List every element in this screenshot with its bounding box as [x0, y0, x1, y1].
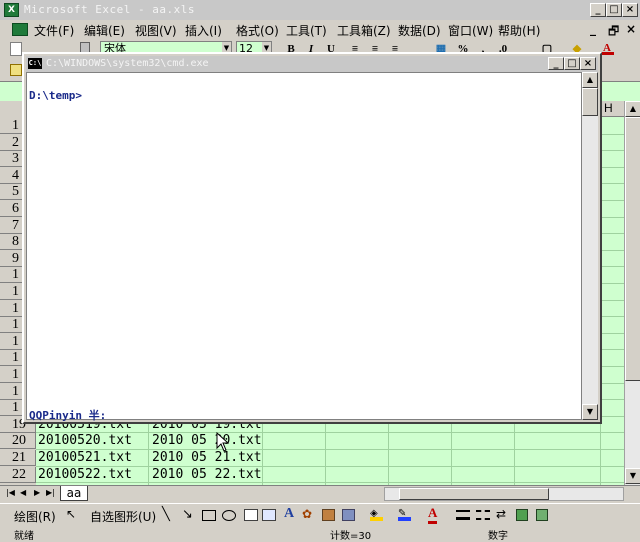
menu-help[interactable]: 帮助(H): [498, 22, 540, 39]
dash-style-icon[interactable]: [476, 510, 490, 520]
vertical-textbox-icon[interactable]: [262, 509, 276, 521]
menu-window[interactable]: 窗口(W): [448, 22, 493, 39]
line-color-icon[interactable]: ✎: [398, 508, 411, 521]
row-number[interactable]: 21: [0, 450, 36, 466]
last-sheet-icon[interactable]: ▶|: [46, 488, 55, 497]
cmd-title-bar[interactable]: C:\ C:\WINDOWS\system32\cmd.exe _ □ ×: [26, 56, 598, 72]
row-number[interactable]: 20: [0, 433, 36, 450]
menu-file[interactable]: 文件(F): [34, 22, 74, 39]
3d-style-icon[interactable]: [536, 509, 548, 521]
status-ready: 就绪: [14, 531, 34, 542]
cmd-prompt: D:\temp>: [29, 89, 82, 102]
sheet-vertical-scrollbar[interactable]: ▲ ▼: [624, 101, 640, 485]
scroll-down-icon[interactable]: ▼: [625, 468, 640, 484]
cell-a[interactable]: 20100522.txt: [38, 467, 132, 483]
cell-b[interactable]: 2010 05 20.txt: [152, 433, 262, 449]
menu-bar: 文件(F) 编辑(E) 视图(V) 插入(I) 格式(O) 工具(T) 工具箱(…: [0, 20, 640, 39]
status-count: 计数=30: [330, 531, 372, 542]
doc-close-icon[interactable]: ×: [626, 22, 636, 36]
menu-data[interactable]: 数据(D): [398, 22, 441, 39]
cmd-close-button[interactable]: ×: [580, 57, 596, 70]
cmd-console[interactable]: D:\temp> QQPinyin 半:: [26, 72, 582, 422]
arrow-style-icon[interactable]: ⇄: [496, 507, 506, 521]
shadow-style-icon[interactable]: [516, 509, 528, 521]
prev-sheet-icon[interactable]: ◀: [20, 488, 26, 497]
hscroll-thumb[interactable]: [399, 488, 549, 500]
select-pointer-icon[interactable]: ↖: [66, 507, 76, 521]
line-style-icon[interactable]: [456, 510, 470, 520]
ime-status: QQPinyin 半:: [29, 409, 107, 422]
cmd-vertical-scrollbar[interactable]: ▲ ▼: [582, 72, 598, 420]
draw-menu-button[interactable]: 绘图(R): [14, 508, 56, 525]
menu-view[interactable]: 视图(V): [135, 22, 177, 39]
first-sheet-icon[interactable]: |◀: [6, 488, 15, 497]
cmd-scroll-down-icon[interactable]: ▼: [582, 404, 598, 420]
cmd-scroll-thumb[interactable]: [582, 88, 598, 116]
autoshapes-menu-button[interactable]: 自选图形(U): [90, 508, 156, 525]
maximize-button[interactable]: □: [606, 3, 622, 17]
arrow-tool-icon[interactable]: ↘: [182, 507, 193, 522]
rectangle-tool-icon[interactable]: [202, 510, 216, 521]
menu-format[interactable]: 格式(O): [236, 22, 279, 39]
folder-icon[interactable]: [10, 64, 22, 76]
cmd-app-icon[interactable]: C:\: [28, 58, 42, 69]
cell-a[interactable]: 20100521.txt: [38, 450, 132, 466]
menu-insert[interactable]: 插入(I): [185, 22, 222, 39]
close-button[interactable]: ×: [622, 3, 638, 17]
cmd-maximize-button[interactable]: □: [564, 57, 580, 70]
menu-tools[interactable]: 工具(T): [286, 22, 327, 39]
scroll-up-icon[interactable]: ▲: [625, 101, 640, 117]
wordart-icon[interactable]: A: [284, 506, 294, 522]
status-num: 数字: [488, 531, 508, 542]
cell-b[interactable]: 2010 05 22.txt: [152, 467, 262, 483]
cmd-scroll-up-icon[interactable]: ▲: [582, 72, 598, 88]
cell-b[interactable]: 2010 05 21.txt: [152, 450, 262, 466]
menu-toolbox[interactable]: 工具箱(Z): [337, 22, 391, 39]
status-bar: 就绪 计数=30 数字: [0, 527, 640, 542]
line-tool-icon[interactable]: ╲: [162, 507, 170, 522]
oval-tool-icon[interactable]: [222, 510, 236, 521]
cmd-window[interactable]: C:\ C:\WINDOWS\system32\cmd.exe _ □ × D:…: [22, 52, 602, 424]
draw-font-color-icon[interactable]: A: [428, 505, 438, 524]
excel-window-title: Microsoft Excel - aa.xls: [24, 3, 195, 16]
sheet-tab-aa[interactable]: aa: [60, 486, 88, 501]
next-sheet-icon[interactable]: ▶: [34, 488, 40, 497]
font-color-icon[interactable]: A: [600, 41, 614, 55]
fill-bucket-icon[interactable]: ◈: [370, 508, 383, 521]
column-h-header[interactable]: H: [604, 101, 613, 115]
diagram-icon[interactable]: ✿: [302, 507, 312, 521]
mouse-cursor-icon: [216, 432, 230, 452]
minimize-button[interactable]: _: [590, 3, 606, 17]
cmd-minimize-button[interactable]: _: [548, 57, 564, 70]
picture-icon[interactable]: [342, 509, 355, 521]
clipart-icon[interactable]: [322, 509, 335, 521]
excel-title-bar[interactable]: X Microsoft Excel - aa.xls _ □ ×: [0, 0, 640, 20]
doc-minimize-icon[interactable]: _: [590, 22, 596, 36]
excel-app-icon[interactable]: X: [4, 3, 19, 17]
workbook-icon[interactable]: [12, 23, 28, 36]
textbox-tool-icon[interactable]: [244, 509, 258, 521]
drawing-toolbar: 绘图(R) ↖ 自选图形(U) ╲ ↘ A ✿ ◈ ✎ A ⇄: [0, 503, 640, 527]
sheet-tab-bar: |◀ ◀ ▶ ▶| aa: [0, 485, 640, 502]
row-number[interactable]: 22: [0, 466, 36, 483]
scroll-thumb[interactable]: [625, 117, 640, 381]
cmd-window-title: C:\WINDOWS\system32\cmd.exe: [46, 58, 209, 69]
horizontal-scrollbar[interactable]: [384, 487, 624, 501]
new-document-icon[interactable]: [10, 42, 22, 56]
cell-a[interactable]: 20100520.txt: [38, 433, 132, 449]
menu-edit[interactable]: 编辑(E): [84, 22, 125, 39]
